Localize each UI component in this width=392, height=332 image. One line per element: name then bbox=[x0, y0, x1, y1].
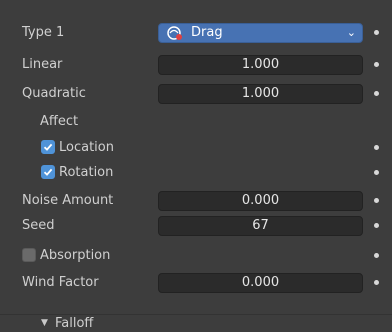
quadratic-field[interactable]: 1.000 bbox=[158, 84, 363, 104]
drag-force-icon bbox=[167, 26, 182, 40]
wind-factor-keyframe-dot[interactable] bbox=[374, 280, 379, 285]
triangle-down-icon: ▼ bbox=[41, 318, 48, 328]
quadratic-keyframe-dot[interactable] bbox=[374, 91, 379, 96]
falloff-label: Falloff bbox=[55, 316, 94, 331]
linear-label: Linear bbox=[22, 57, 63, 72]
quadratic-row: Quadratic 1.000 bbox=[0, 83, 392, 105]
seed-keyframe-dot[interactable] bbox=[374, 223, 379, 228]
absorption-keyframe-dot[interactable] bbox=[374, 253, 379, 258]
type-row: Type 1 Drag ⌄ bbox=[0, 22, 392, 44]
noise-amount-row: Noise Amount 0.000 bbox=[0, 190, 392, 212]
location-checkbox[interactable] bbox=[41, 140, 55, 154]
absorption-row: Absorption bbox=[0, 245, 392, 267]
wind-factor-label: Wind Factor bbox=[22, 275, 99, 290]
noise-amount-label: Noise Amount bbox=[22, 193, 114, 208]
rotation-label: Rotation bbox=[59, 165, 114, 180]
location-keyframe-dot[interactable] bbox=[374, 145, 379, 150]
type-label: Type 1 bbox=[22, 25, 65, 40]
checkmark-icon bbox=[43, 168, 53, 176]
location-label: Location bbox=[59, 140, 114, 155]
seed-field[interactable]: 67 bbox=[158, 216, 363, 236]
rotation-row: Rotation bbox=[0, 162, 392, 184]
falloff-subpanel-header[interactable]: ▼ Falloff bbox=[0, 315, 392, 332]
noise-amount-field[interactable]: 0.000 bbox=[158, 191, 363, 211]
quadratic-label: Quadratic bbox=[22, 86, 86, 101]
chevron-down-icon: ⌄ bbox=[346, 26, 356, 39]
checkmark-icon bbox=[43, 143, 53, 151]
location-row: Location bbox=[0, 137, 392, 159]
type-keyframe-dot[interactable] bbox=[374, 30, 379, 35]
rotation-checkbox[interactable] bbox=[41, 165, 55, 179]
rotation-keyframe-dot[interactable] bbox=[374, 170, 379, 175]
seed-label: Seed bbox=[22, 218, 55, 233]
wind-factor-field[interactable]: 0.000 bbox=[158, 273, 363, 293]
force-field-panel: Type 1 Drag ⌄ Linear 1.000 Quadratic 1.0… bbox=[0, 0, 392, 332]
linear-field[interactable]: 1.000 bbox=[158, 55, 363, 75]
linear-keyframe-dot[interactable] bbox=[374, 62, 379, 67]
type-dropdown-value: Drag bbox=[191, 25, 223, 40]
linear-row: Linear 1.000 bbox=[0, 54, 392, 76]
absorption-label: Absorption bbox=[40, 248, 111, 263]
seed-row: Seed 67 bbox=[0, 215, 392, 237]
type-dropdown[interactable]: Drag ⌄ bbox=[158, 23, 363, 43]
absorption-checkbox[interactable] bbox=[22, 248, 36, 262]
noise-amount-keyframe-dot[interactable] bbox=[374, 198, 379, 203]
affect-row: Affect bbox=[0, 111, 392, 133]
affect-label: Affect bbox=[40, 114, 79, 129]
wind-factor-row: Wind Factor 0.000 bbox=[0, 272, 392, 294]
